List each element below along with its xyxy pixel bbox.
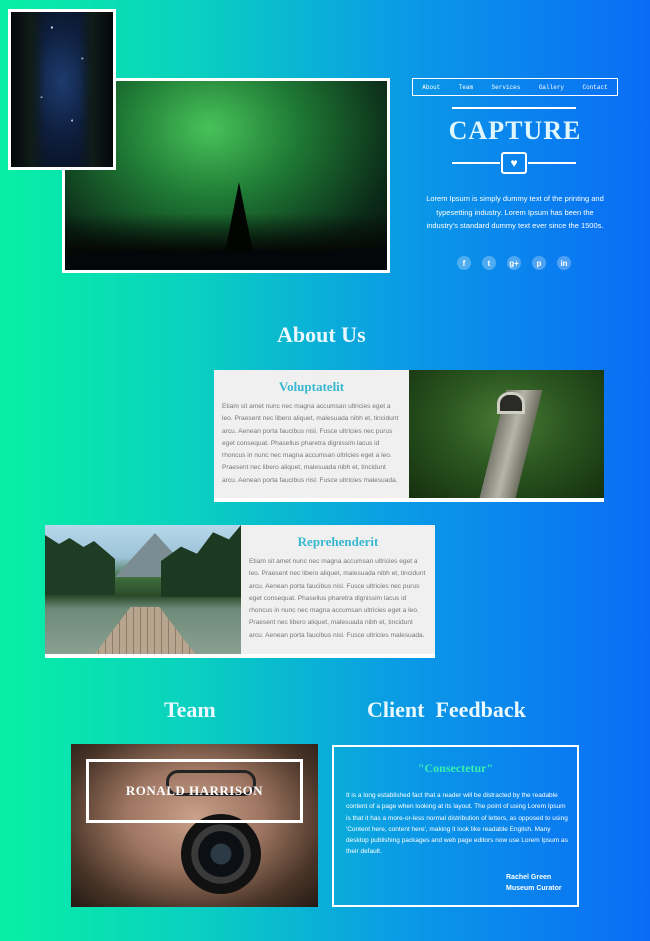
about-card-2: Reprehenderit Etiam sit amet nunc nec ma… bbox=[241, 525, 435, 655]
linkedin-icon[interactable]: in bbox=[557, 256, 571, 270]
feedback-author: Rachel Green Museum Curator bbox=[506, 872, 562, 894]
feedback-card: "Consectetur" It is a long established f… bbox=[332, 745, 579, 907]
hero-photo-night-sky bbox=[8, 9, 116, 170]
card-title: Reprehenderit bbox=[297, 534, 379, 549]
feedback-title: Client Feedback bbox=[367, 697, 526, 722]
card-text: Etiam sit amet nunc nec magna accumsan u… bbox=[222, 403, 399, 484]
pine-tree-silhouette bbox=[225, 182, 253, 252]
author-name: Rachel Green bbox=[506, 874, 552, 881]
nav-item-contact[interactable]: Contact bbox=[582, 84, 607, 91]
brand-title[interactable]: CAPTURE bbox=[420, 116, 610, 146]
nav-item-about[interactable]: About bbox=[422, 84, 440, 91]
brand-divider-right bbox=[528, 162, 576, 164]
tree-silhouette bbox=[79, 12, 113, 167]
main-nav: About Team Services Gallery Contact bbox=[412, 78, 618, 96]
google-plus-icon[interactable]: g+ bbox=[507, 256, 521, 270]
about-card-1: Voluptatelit Etiam sit amet nunc nec mag… bbox=[214, 370, 409, 500]
dock-shape bbox=[85, 607, 205, 654]
tunnel-shape bbox=[497, 392, 525, 414]
nav-item-gallery[interactable]: Gallery bbox=[539, 84, 564, 91]
team-title: Team bbox=[164, 697, 216, 722]
brand-divider-top bbox=[452, 107, 576, 109]
brand-divider-left bbox=[452, 162, 500, 164]
card-text: Etiam sit amet nunc nec magna accumsan u… bbox=[249, 558, 426, 639]
card-underline bbox=[45, 654, 435, 658]
photo-forest-road bbox=[409, 370, 604, 498]
tree-silhouette bbox=[11, 12, 45, 167]
card-underline bbox=[214, 498, 604, 502]
pinterest-icon[interactable]: p bbox=[532, 256, 546, 270]
card-title: Voluptatelit bbox=[278, 379, 345, 394]
feedback-quote-title: "Consectetur" bbox=[417, 761, 494, 775]
team-member-name: RONALD HARRISON bbox=[86, 759, 303, 823]
about-title: About Us bbox=[277, 322, 366, 347]
feedback-text: It is a long established fact that a rea… bbox=[346, 792, 568, 856]
photo-lake-dock bbox=[45, 525, 241, 654]
twitter-icon[interactable]: t bbox=[482, 256, 496, 270]
camera-heart-icon: ♥ bbox=[501, 152, 527, 174]
forest-shape bbox=[45, 535, 115, 595]
facebook-icon[interactable]: f bbox=[457, 256, 471, 270]
nav-item-services[interactable]: Services bbox=[492, 84, 521, 91]
author-role: Museum Curator bbox=[506, 885, 562, 892]
nav-item-team[interactable]: Team bbox=[459, 84, 473, 91]
camera-lens-shape bbox=[181, 814, 261, 894]
team-member-photo[interactable]: RONALD HARRISON bbox=[71, 744, 318, 907]
intro-text: Lorem Ipsum is simply dummy text of the … bbox=[426, 194, 604, 230]
